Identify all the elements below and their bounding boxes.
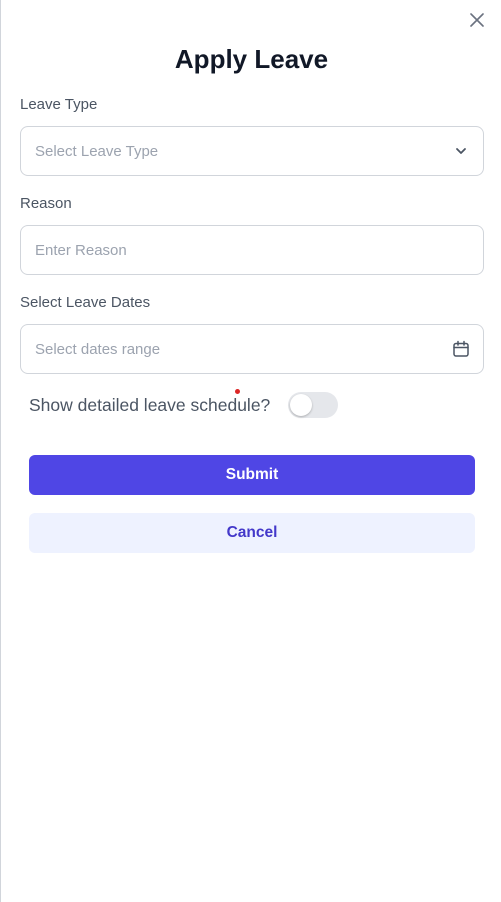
leave-type-select[interactable]: Select Leave Type	[20, 126, 484, 176]
submit-button[interactable]: Submit	[29, 455, 475, 495]
reason-label: Reason	[20, 195, 72, 212]
leave-type-placeholder: Select Leave Type	[35, 142, 159, 160]
reason-field-wrapper	[20, 225, 484, 275]
close-button[interactable]	[467, 10, 487, 30]
date-range-picker[interactable]: Select dates range	[20, 324, 484, 374]
reason-input[interactable]	[35, 241, 471, 259]
apply-leave-panel: Apply Leave Leave Type Select Leave Type…	[0, 0, 501, 902]
dialog-title: Apply Leave	[174, 44, 329, 74]
date-range-placeholder: Select dates range	[35, 340, 161, 358]
calendar-icon[interactable]	[451, 339, 471, 359]
close-icon	[470, 13, 484, 27]
chevron-down-icon	[451, 141, 471, 161]
schedule-toggle[interactable]	[288, 392, 339, 418]
schedule-toggle-row: Show detailed leave schedule?	[29, 392, 339, 418]
leave-type-label: Leave Type	[20, 96, 98, 113]
cancel-button[interactable]: Cancel	[29, 513, 475, 553]
leave-dates-label: Select Leave Dates	[20, 294, 151, 311]
schedule-toggle-label: Show detailed leave schedule?	[29, 394, 271, 415]
toggle-knob	[290, 394, 313, 416]
